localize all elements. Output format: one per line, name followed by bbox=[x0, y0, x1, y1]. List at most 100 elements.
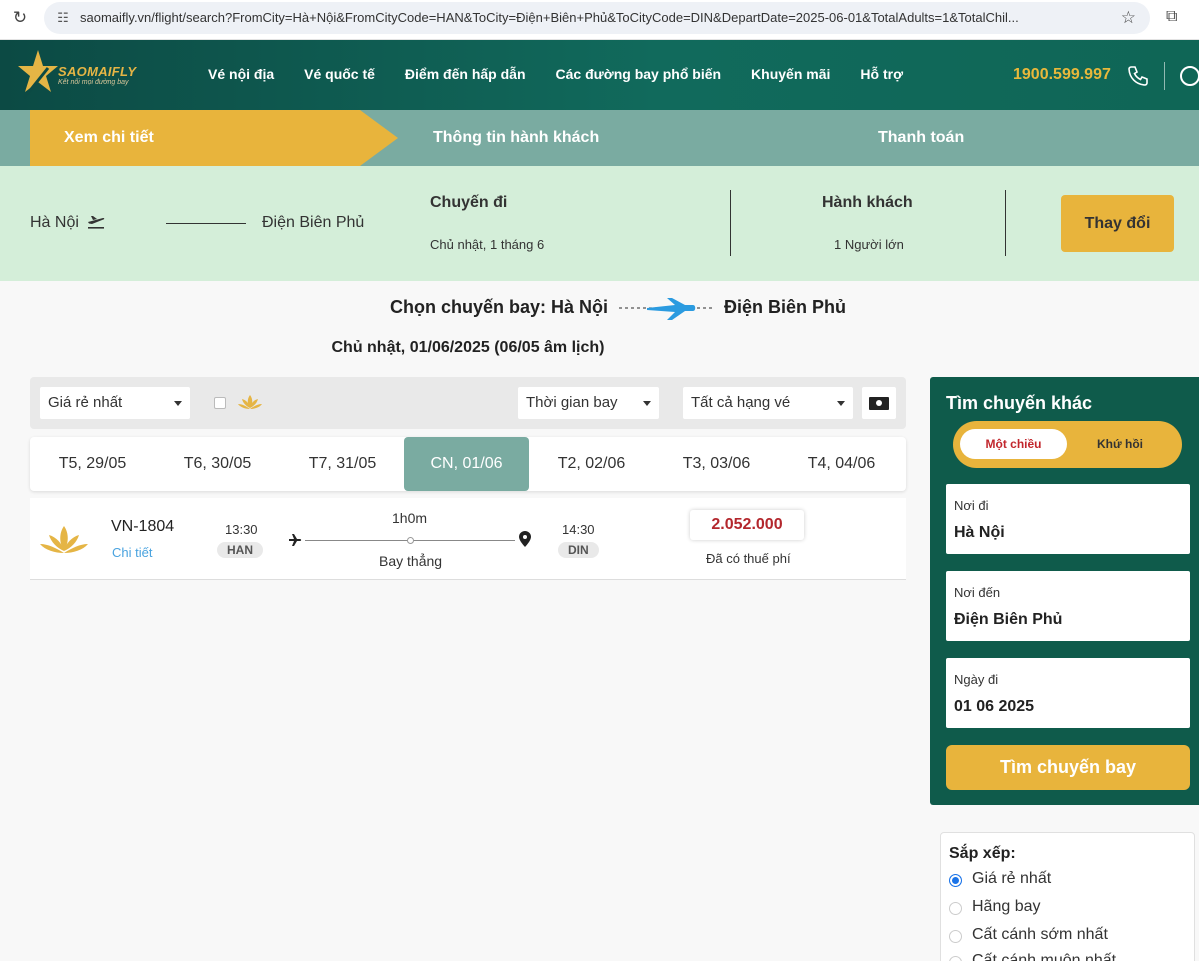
extensions-icon[interactable]: ⧉ bbox=[1166, 8, 1177, 26]
plane-icon bbox=[289, 534, 302, 546]
depart-date-label: Ngày đi bbox=[954, 672, 999, 687]
departure-time: 13:30 bbox=[225, 522, 258, 537]
search-icon[interactable] bbox=[1178, 64, 1199, 88]
route-plane-icon bbox=[619, 298, 713, 320]
destination-label: Nơi đến bbox=[954, 585, 1001, 600]
radio-unselected[interactable] bbox=[949, 902, 962, 915]
sort-select[interactable]: Giá rẻ nhất bbox=[40, 387, 190, 419]
route-line bbox=[166, 223, 246, 224]
flight-track-dot bbox=[407, 537, 414, 544]
tax-included-note: Đã có thuế phí bbox=[706, 551, 791, 566]
passenger-count: 1 Người lớn bbox=[834, 237, 904, 252]
location-pin-icon bbox=[519, 531, 531, 547]
sort-title: Sắp xếp: bbox=[949, 845, 1016, 862]
chevron-down-icon bbox=[837, 401, 845, 406]
reload-icon[interactable]: ↻ bbox=[10, 8, 30, 28]
radio-unselected[interactable] bbox=[949, 930, 962, 943]
price-display-button[interactable] bbox=[862, 387, 896, 419]
depart-date-field[interactable]: Ngày đi 01 06 2025 bbox=[946, 658, 1190, 728]
flight-stop-type: Bay thẳng bbox=[379, 553, 443, 569]
trip-date: Chủ nhật, 1 tháng 6 bbox=[430, 237, 545, 252]
fare-class-select[interactable]: Tất cả hạng vé bbox=[683, 387, 853, 419]
date-tab[interactable]: T5, 29/05 bbox=[30, 437, 155, 491]
trip-type-toggle: Một chiều Khứ hồi bbox=[953, 421, 1182, 468]
sort-option-label: Cất cánh muộn nhất bbox=[972, 952, 1117, 961]
sort-option-label: Cất cánh sớm nhất bbox=[972, 926, 1108, 943]
nav-promotions[interactable]: Khuyến mãi bbox=[751, 66, 830, 82]
arrival-airport-badge: DIN bbox=[558, 542, 599, 558]
browser-toolbar: ↻ ☷ saomaifly.vn/flight/search?FromCity=… bbox=[0, 0, 1199, 40]
nav-popular-routes[interactable]: Các đường bay phổ biến bbox=[556, 66, 722, 82]
date-tab-active[interactable]: CN, 01/06 bbox=[404, 437, 529, 491]
destination-field[interactable]: Nơi đến Điện Biên Phủ bbox=[946, 571, 1190, 641]
one-way-option[interactable]: Một chiều bbox=[960, 429, 1067, 459]
site-logo[interactable]: SAOMAIFLY Kết nối mọi đường bay bbox=[18, 46, 138, 104]
hotline-number[interactable]: 1900.599.997 bbox=[1013, 66, 1111, 84]
star-logo-icon bbox=[18, 50, 58, 99]
flight-result-row[interactable]: VN-1804 Chi tiết 13:30 HAN 1h0m Bay thẳn… bbox=[30, 498, 906, 580]
nav-domestic[interactable]: Vé nội địa bbox=[208, 66, 274, 82]
sort-select-value: Giá rẻ nhất bbox=[48, 394, 123, 411]
step-payment: Thanh toán bbox=[878, 129, 965, 146]
radio-selected[interactable] bbox=[949, 874, 962, 887]
search-flights-button[interactable]: Tìm chuyến bay bbox=[946, 745, 1190, 790]
address-bar[interactable]: ☷ saomaifly.vn/flight/search?FromCity=Hà… bbox=[44, 2, 1150, 34]
summary-origin: Hà Nội bbox=[30, 214, 79, 231]
booking-steps: Xem chi tiết Thông tin hành khách Thanh … bbox=[0, 110, 1199, 166]
flight-price-button[interactable]: 2.052.000 bbox=[690, 510, 804, 540]
date-tab[interactable]: T6, 30/05 bbox=[155, 437, 280, 491]
summary-divider bbox=[1005, 190, 1006, 256]
step-passenger-info: Thông tin hành khách bbox=[433, 129, 600, 146]
sort-panel: Sắp xếp: Giá rẻ nhất Hãng bay Cất cánh s… bbox=[940, 832, 1195, 961]
choose-flight-destination: Điện Biên Phủ bbox=[724, 297, 847, 317]
date-tab[interactable]: T3, 03/06 bbox=[654, 437, 779, 491]
main-nav: Vé nội địa Vé quốc tế Điểm đến hấp dẫn C… bbox=[208, 66, 933, 82]
date-tab[interactable]: T7, 31/05 bbox=[280, 437, 405, 491]
origin-field[interactable]: Nơi đi Hà Nội bbox=[946, 484, 1190, 554]
round-trip-option[interactable]: Khứ hồi bbox=[1097, 437, 1143, 451]
chevron-down-icon bbox=[643, 401, 651, 406]
nav-support[interactable]: Hỗ trợ bbox=[860, 66, 903, 82]
summary-destination: Điện Biên Phủ bbox=[262, 214, 365, 231]
passenger-title: Hành khách bbox=[822, 194, 913, 211]
departure-plane-icon bbox=[88, 216, 105, 229]
url-text[interactable]: saomaifly.vn/flight/search?FromCity=Hà+N… bbox=[80, 10, 1110, 25]
trip-summary: Hà Nội Điện Biên Phủ Chuyến đi Chủ nhật,… bbox=[0, 166, 1199, 281]
search-again-panel: Tìm chuyến khác Một chiều Khứ hồi Nơi đi… bbox=[930, 377, 1199, 805]
departure-airport-badge: HAN bbox=[217, 542, 263, 558]
header-divider bbox=[1164, 62, 1165, 90]
arrival-time: 14:30 bbox=[562, 522, 595, 537]
class-select-value: Tất cả hạng vé bbox=[691, 394, 791, 411]
site-info-icon[interactable]: ☷ bbox=[54, 9, 72, 27]
step-view-details: Xem chi tiết bbox=[30, 110, 398, 166]
money-icon bbox=[869, 397, 889, 410]
sort-option-label: Hãng bay bbox=[972, 898, 1041, 915]
summary-divider bbox=[730, 190, 731, 256]
sort-option-label: Giá rẻ nhất bbox=[972, 870, 1052, 887]
bookmark-star-icon[interactable]: ☆ bbox=[1121, 8, 1136, 28]
flight-time-select[interactable]: Thời gian bay bbox=[518, 387, 659, 419]
radio-unselected[interactable] bbox=[949, 956, 962, 961]
date-tab[interactable]: T2, 02/06 bbox=[529, 437, 654, 491]
brand-name: SAOMAIFLY bbox=[58, 64, 137, 79]
vietnam-airlines-lotus-icon bbox=[238, 395, 262, 409]
change-search-button[interactable]: Thay đổi bbox=[1061, 195, 1174, 252]
time-select-value: Thời gian bay bbox=[526, 394, 618, 411]
airline-checkbox[interactable] bbox=[214, 397, 226, 409]
origin-value[interactable]: Hà Nội bbox=[954, 524, 1005, 542]
vietnam-airlines-logo-icon bbox=[40, 526, 88, 553]
site-header: SAOMAIFLY Kết nối mọi đường bay Vé nội đ… bbox=[0, 40, 1199, 110]
nav-international[interactable]: Vé quốc tế bbox=[304, 66, 375, 82]
flight-duration: 1h0m bbox=[392, 510, 428, 526]
flight-detail-link[interactable]: Chi tiết bbox=[112, 545, 152, 560]
search-again-title: Tìm chuyến khác bbox=[946, 393, 1093, 413]
destination-value[interactable]: Điện Biên Phủ bbox=[954, 611, 1062, 629]
depart-date-value[interactable]: 01 06 2025 bbox=[954, 698, 1034, 716]
trip-title: Chuyến đi bbox=[430, 194, 508, 211]
nav-destinations[interactable]: Điểm đến hấp dẫn bbox=[405, 66, 526, 82]
date-tabs: T5, 29/05 T6, 30/05 T7, 31/05 CN, 01/06 … bbox=[30, 437, 906, 491]
flight-number: VN-1804 bbox=[111, 518, 175, 535]
phone-icon[interactable] bbox=[1126, 64, 1150, 88]
selected-date-heading: Chủ nhật, 01/06/2025 (06/05 âm lịch) bbox=[331, 339, 605, 356]
date-tab[interactable]: T4, 04/06 bbox=[779, 437, 904, 491]
